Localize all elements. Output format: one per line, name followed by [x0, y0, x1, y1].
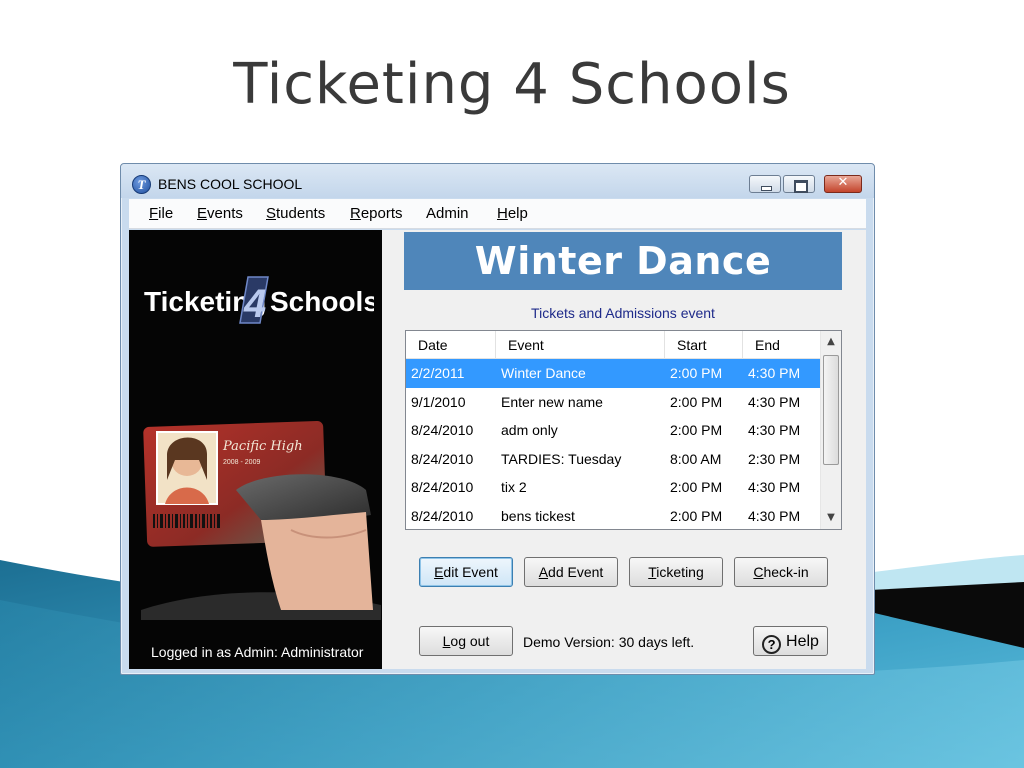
cell-date: 8/24/2010: [411, 479, 474, 495]
table-row[interactable]: 8/24/2010 tix 2 2:00 PM 4:30 PM: [406, 473, 820, 502]
cell-start: 2:00 PM: [670, 507, 723, 524]
ticketing-button[interactable]: Ticketing: [629, 557, 723, 587]
cell-end: 4:30 PM: [748, 365, 801, 381]
list-header: Date Event Start End: [406, 331, 820, 359]
app-logo-icon: T: [132, 175, 151, 194]
cell-end: 4:30 PM: [748, 507, 801, 524]
events-list: Date Event Start End 2/2/2011 Winter Dan…: [405, 330, 842, 530]
demo-version-notice: Demo Version: 30 days left.: [523, 634, 695, 650]
cell-start: 2:00 PM: [670, 393, 723, 410]
menu-reports[interactable]: Reports: [350, 205, 403, 222]
table-row[interactable]: 8/24/2010 adm only 2:00 PM 4:30 PM: [406, 416, 820, 445]
table-row[interactable]: 8/24/2010 bens tickest 2:00 PM 4:30 PM: [406, 502, 820, 531]
cell-date: 2/2/2011: [411, 365, 465, 381]
menu-admin[interactable]: Admin: [426, 205, 469, 222]
cell-event: Enter new name: [501, 393, 603, 410]
cell-start: 2:00 PM: [670, 479, 723, 495]
table-row[interactable]: 2/2/2011 Winter Dance 2:00 PM 4:30 PM: [406, 359, 820, 388]
scroll-down-arrow-icon[interactable]: ▼: [821, 507, 841, 529]
cell-date: 8/24/2010: [411, 422, 474, 438]
cell-date: 9/1/2010: [411, 393, 466, 410]
table-row[interactable]: 8/24/2010 TARDIES: Tuesday 8:00 AM 2:30 …: [406, 445, 820, 474]
scroll-thumb[interactable]: [823, 355, 839, 465]
menu-help[interactable]: Help: [497, 205, 528, 222]
brand-logo: Ticketing 4 Schools: [144, 276, 374, 325]
cell-end: 4:30 PM: [748, 422, 801, 438]
cell-end: 2:30 PM: [748, 450, 801, 467]
cell-event: TARDIES: Tuesday: [501, 450, 622, 467]
cell-start: 2:00 PM: [670, 365, 723, 381]
cell-start: 2:00 PM: [670, 422, 723, 438]
cell-event: adm only: [501, 422, 558, 438]
cell-date: 8/24/2010: [411, 507, 474, 524]
help-button[interactable]: ? Help: [753, 626, 828, 656]
minimize-button[interactable]: [749, 175, 781, 193]
cell-event: tix 2: [501, 479, 527, 495]
add-event-button[interactable]: Add Event: [524, 557, 618, 587]
close-button[interactable]: [824, 175, 862, 193]
help-button-label: Help: [786, 633, 819, 650]
menu-events[interactable]: Events: [197, 205, 243, 222]
event-name-banner: Winter Dance: [404, 232, 842, 290]
logo-text-four: 4: [243, 282, 266, 325]
id-card-scanner-image: Pacific High 2008 - 2009: [141, 420, 381, 620]
cell-end: 4:30 PM: [748, 479, 801, 495]
edit-event-button[interactable]: Edit Event: [419, 557, 513, 587]
scroll-up-arrow-icon[interactable]: ▲: [821, 331, 841, 353]
slide-title: Ticketing 4 Schools: [233, 52, 791, 117]
brand-panel: Ticketing 4 Schools Pacific High 2008 - …: [129, 230, 382, 669]
column-header-end[interactable]: End: [743, 331, 820, 359]
help-question-icon: ?: [762, 635, 782, 654]
window-title: BENS COOL SCHOOL: [158, 176, 303, 192]
cell-event: bens tickest: [501, 507, 575, 524]
column-header-event[interactable]: Event: [496, 331, 665, 359]
menu-file[interactable]: File: [149, 205, 173, 222]
cell-date: 8/24/2010: [411, 450, 474, 467]
maximize-button[interactable]: [783, 175, 815, 193]
scroll-grip-icon: [829, 430, 835, 436]
title-bar[interactable]: T BENS COOL SCHOOL: [121, 164, 874, 198]
event-type-label: Tickets and Admissions event: [531, 305, 715, 321]
list-scrollbar[interactable]: ▲ ▼: [820, 331, 841, 529]
menu-students[interactable]: Students: [266, 205, 325, 222]
log-out-button[interactable]: Log out: [419, 626, 513, 656]
check-in-button[interactable]: Check-in: [734, 557, 828, 587]
column-header-start[interactable]: Start: [665, 331, 743, 359]
column-header-date[interactable]: Date: [406, 331, 496, 359]
client-area: Ticketing 4 Schools Pacific High 2008 - …: [129, 230, 866, 669]
cell-event: Winter Dance: [501, 365, 586, 381]
cell-start: 8:00 AM: [670, 450, 722, 467]
cell-end: 4:30 PM: [748, 393, 801, 410]
list-rows: 2/2/2011 Winter Dance 2:00 PM 4:30 PM 9/…: [406, 359, 820, 530]
logo-text-right: Schools: [270, 286, 374, 317]
card-school-name: Pacific High: [222, 439, 303, 454]
card-years: 2008 - 2009: [223, 459, 260, 466]
table-row[interactable]: 9/1/2010 Enter new name 2:00 PM 4:30 PM: [406, 388, 820, 417]
app-window: T BENS COOL SCHOOL File Events Students …: [120, 163, 875, 675]
menu-bar: File Events Students Reports Admin Help: [129, 199, 866, 229]
login-status: Logged in as Admin: Administrator: [151, 644, 364, 660]
